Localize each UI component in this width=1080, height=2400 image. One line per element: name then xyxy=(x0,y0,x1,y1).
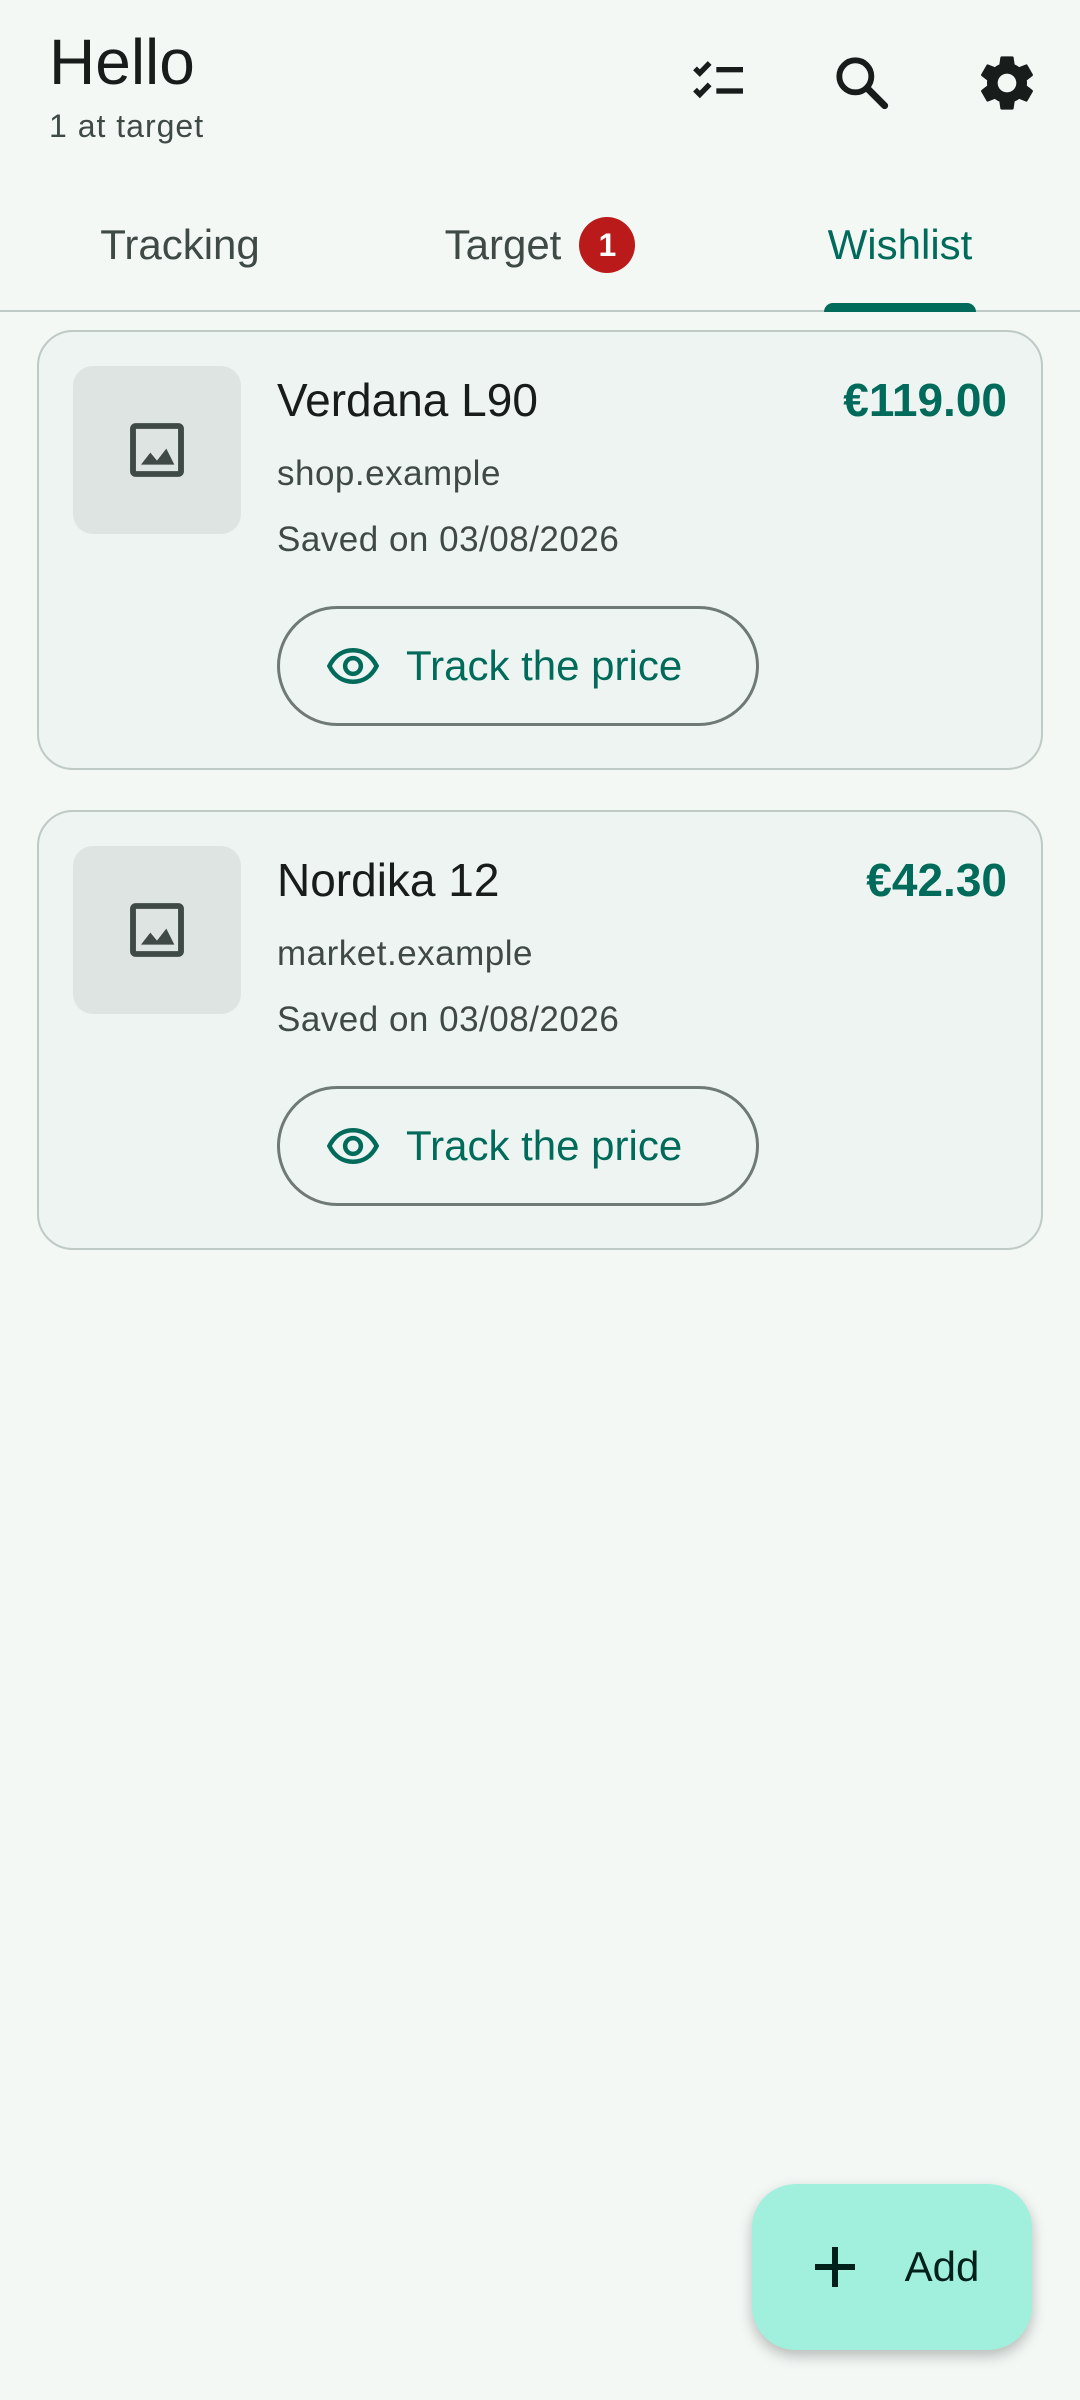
settings-button[interactable] xyxy=(962,38,1052,128)
product-thumbnail xyxy=(73,846,241,1014)
saved-date: Saved on 03/08/2026 xyxy=(277,520,620,559)
tab-label: Tracking xyxy=(100,221,260,268)
tab-label: Target xyxy=(444,221,562,268)
product-price: €42.30 xyxy=(866,854,1007,906)
wishlist-item-card[interactable]: Verdana L90 €119.00 shop.example Saved o… xyxy=(37,330,1043,770)
image-placeholder-icon xyxy=(130,423,184,477)
product-name: Verdana L90 xyxy=(277,374,538,426)
notification-badge: 1 xyxy=(579,217,636,273)
wishlist-item-card[interactable]: Nordika 12 €42.30 market.example Saved o… xyxy=(37,810,1043,1250)
search-button[interactable] xyxy=(817,38,907,128)
tab-bar: Tracking Target 1 Wishlist xyxy=(0,180,1080,312)
track-price-label: Track the price xyxy=(406,642,683,689)
image-placeholder-icon xyxy=(130,903,184,957)
gear-icon xyxy=(981,56,1033,110)
tab-tracking[interactable]: Tracking xyxy=(0,180,360,310)
track-price-button[interactable]: Track the price xyxy=(277,1086,759,1206)
saved-date: Saved on 03/08/2026 xyxy=(277,1000,620,1039)
tab-target[interactable]: Target 1 xyxy=(360,180,720,310)
eye-icon xyxy=(326,1127,380,1165)
plus-icon xyxy=(814,2247,855,2287)
tab-indicator xyxy=(824,303,976,312)
tab-label: Wishlist xyxy=(827,221,973,268)
page-title: Hello xyxy=(49,26,195,98)
eye-icon xyxy=(326,647,380,685)
checklist-icon xyxy=(693,61,743,99)
add-button-label: Add xyxy=(904,2243,980,2290)
top-app-bar: Hello 1 at target xyxy=(0,0,1080,180)
tab-wishlist[interactable]: Wishlist xyxy=(720,180,1080,312)
track-price-label: Track the price xyxy=(406,1122,683,1169)
track-price-button[interactable]: Track the price xyxy=(277,606,759,726)
add-button[interactable]: Add xyxy=(752,2184,1032,2350)
store-name: market.example xyxy=(277,934,533,973)
product-price: €119.00 xyxy=(843,374,1007,426)
checklist-button[interactable] xyxy=(674,38,764,128)
product-name: Nordika 12 xyxy=(277,854,500,906)
page-subtitle: 1 at target xyxy=(49,108,205,144)
product-thumbnail xyxy=(73,366,241,534)
store-name: shop.example xyxy=(277,454,501,493)
search-icon xyxy=(836,57,889,110)
